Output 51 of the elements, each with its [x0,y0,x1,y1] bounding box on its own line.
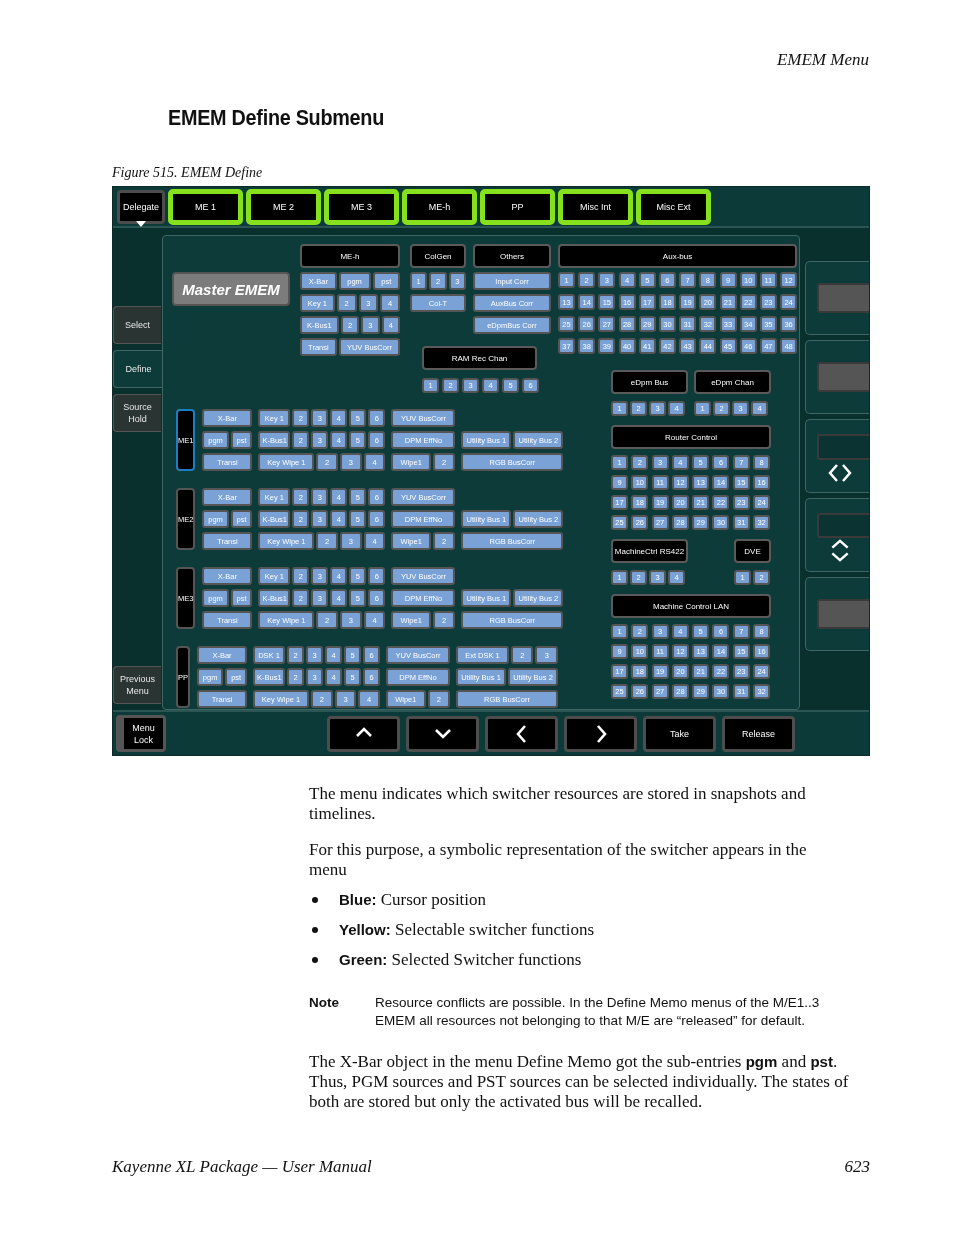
bullet-text: Green: Selected Switcher functions [339,950,582,970]
menu-tab[interactable]: ME-h [402,188,477,225]
arrow-right-button[interactable] [564,715,637,752]
footer-title: Kayenne XL Package — User Manual [112,1157,372,1177]
side-menu-button[interactable]: Select [113,306,161,344]
arrow-up-button[interactable] [327,715,400,752]
master-emem-button[interactable]: Master EMEM [172,272,290,306]
delegate-button[interactable]: Delegate [117,189,165,224]
category-button[interactable]: ColGen [410,244,466,268]
bullet-text: Yellow: Selectable switcher functions [339,920,595,940]
display-slot [817,599,869,629]
display-slot [817,283,869,313]
menu-lock-button[interactable]: Menu Lock [116,715,166,752]
bullet-dot [312,897,318,903]
category-button[interactable]: DVE [734,539,771,563]
category-button[interactable]: Machine Control LAN [611,594,771,618]
category-button[interactable]: eDpm Bus [611,370,688,394]
page-header: EMEM Menu [775,49,870,70]
side-menu-button[interactable]: Previous Menu [113,666,161,704]
menu-tab[interactable]: ME 1 [168,188,243,225]
category-button[interactable]: Others [473,244,551,268]
menu-tab[interactable]: Misc Int [558,188,633,225]
arrow-left-button[interactable] [485,715,558,752]
arrow-down-button[interactable] [406,715,479,752]
display-slot [817,362,869,392]
note-label: Note [309,994,339,1012]
action-button[interactable]: Take [643,715,716,752]
menu-tab[interactable]: ME 3 [324,188,399,225]
category-button[interactable]: ME-h [300,244,400,268]
menu-tab[interactable]: PP [480,188,555,225]
category-button[interactable]: MachineCtrl RS422 [611,539,688,563]
section-heading: EMEM Define Submenu [168,105,385,131]
bullet-text: Blue: Cursor position [339,890,487,910]
side-menu-button[interactable]: Source Hold [113,394,161,432]
menu-tab[interactable]: Misc Ext [636,188,711,225]
note-text: Resource conflicts are possible. In the Define Memo menus of the M/E1..3 EMEM all resources not belonging to that M/E are “released” for default. [375,994,821,1030]
page-number: 623 [844,1157,870,1177]
category-button[interactable]: Router Control [611,425,771,449]
side-menu-button[interactable]: Define [113,350,163,388]
menu-tab[interactable]: ME 2 [246,188,321,225]
category-button[interactable]: Aux-bus [558,244,798,268]
body-paragraph: The menu indicates which switcher resources are stored in snapshots and timelines. [309,784,807,824]
figure-caption: Figure 515. EMEM Define [112,165,264,181]
action-button[interactable]: Release [722,715,795,752]
bullet-dot [312,957,318,963]
body-paragraph: For this purpose, a symbolic representation of the switcher appears in the menu [309,840,808,880]
bullet-dot [312,927,318,933]
dropdown-triangle-icon [136,221,146,227]
category-button[interactable]: eDpm Chan [694,370,771,394]
body-paragraph: The X-Bar object in the menu Define Memo got the sub-entries pgm and pst. Thus, PGM sources and PST sources can be selected individually. The states of both are stored but only the activated bus will be recalled. [309,1052,849,1111]
category-button[interactable]: RAM Rec Chan [422,346,537,370]
